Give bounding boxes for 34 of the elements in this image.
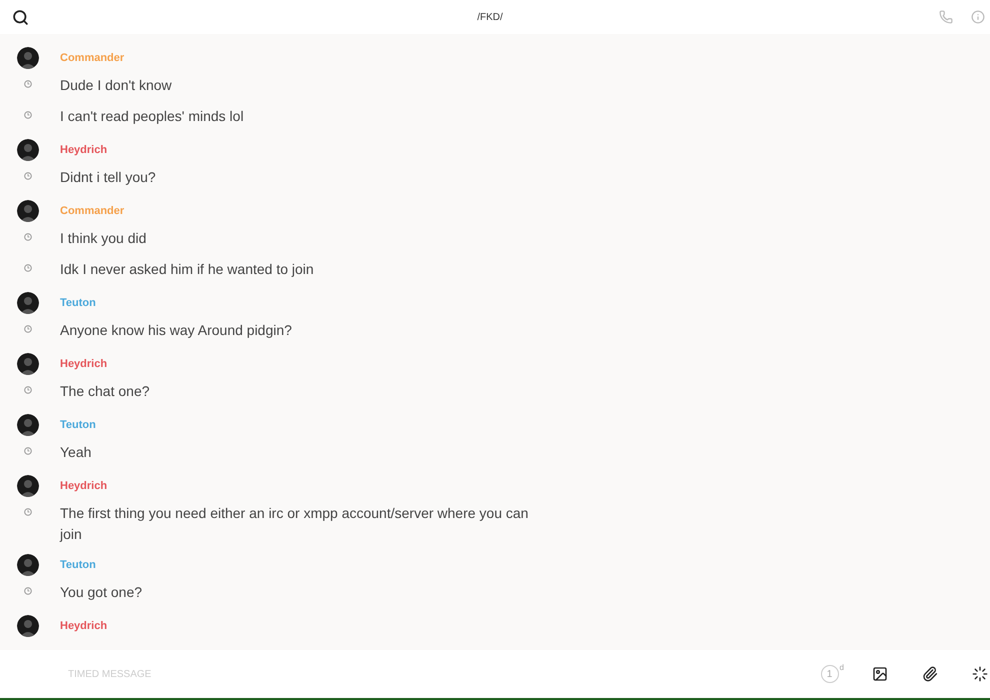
- message-text: Dude I don't know: [60, 76, 172, 95]
- message-text: I can't read peoples' minds lol: [60, 107, 244, 126]
- message-text: You got one?: [60, 583, 142, 602]
- sender-name: Teuton: [60, 418, 96, 433]
- clock-icon: [24, 80, 32, 88]
- spinner-icon[interactable]: [972, 666, 988, 682]
- clock-icon: [24, 325, 32, 333]
- sender-name: Heydrich: [60, 142, 108, 158]
- sender-name: Commander: [60, 50, 124, 66]
- sender-name: Commander: [60, 204, 124, 219]
- clock-icon: [24, 111, 32, 119]
- sender-name: Teuton: [60, 558, 96, 573]
- clock-icon: [24, 264, 32, 272]
- clock-icon: [24, 172, 32, 180]
- chat-title: /FKD/: [477, 10, 503, 24]
- paperclip-icon[interactable]: [922, 666, 938, 682]
- sender-name: Teuton: [60, 296, 96, 311]
- sender-name: Heydrich: [60, 618, 108, 634]
- search-icon[interactable]: [12, 8, 29, 26]
- clock-icon: [24, 386, 32, 394]
- clock-icon: [24, 508, 32, 516]
- image-icon[interactable]: [872, 666, 888, 682]
- sender-name: Heydrich: [60, 356, 108, 372]
- message-text: The first thing you need either an irc or xmpp account/server where you can join: [60, 504, 530, 544]
- sender-name: Heydrich: [60, 478, 108, 494]
- clock-icon: [24, 587, 32, 595]
- message-text: I think you did: [60, 229, 146, 248]
- message-text: The chat one?: [60, 382, 150, 401]
- clock-icon: [24, 447, 32, 455]
- message-text: Anyone know his way Around pidgin?: [60, 321, 292, 340]
- clock-icon: [24, 233, 32, 241]
- message-text: Yeah: [60, 443, 92, 462]
- message-text: Idk I never asked him if he wanted to join: [60, 260, 314, 279]
- message-text: Didnt i tell you?: [60, 168, 156, 187]
